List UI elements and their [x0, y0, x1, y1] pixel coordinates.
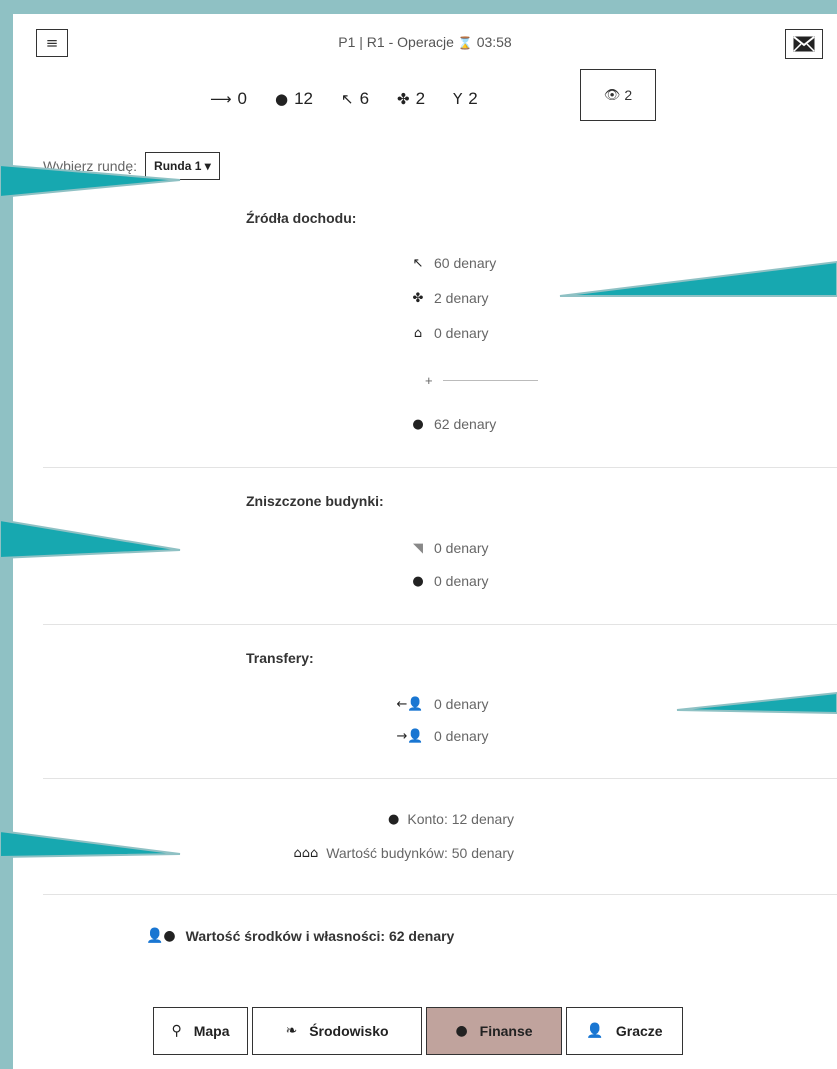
mail-button[interactable]: [785, 29, 823, 59]
visibility-button[interactable]: 👁 2: [580, 69, 656, 121]
stat-tool: Y 2: [453, 89, 478, 109]
top-bar: ≡ P1 | R1 - Operacje ⌛ 03:58: [13, 14, 837, 72]
map-pin-icon: ⚲: [171, 1023, 182, 1039]
round-label: Wybierz rundę:: [43, 158, 138, 174]
finance-page: ≡ P1 | R1 - Operacje ⌛ 03:58 ⟶ 0 ● 12 ↖ …: [13, 14, 837, 1069]
round-title: P1 | R1 - Operacje: [338, 34, 454, 50]
plant-icon: ✤: [412, 290, 424, 306]
stat-value: 2: [415, 89, 426, 108]
envelope-icon: [793, 36, 815, 52]
water-drop-icon: ●: [412, 573, 424, 589]
income-item: ✤ 2 denary: [409, 290, 489, 306]
destroyed-item: ● 0 denary: [409, 573, 488, 589]
destroyed-value: 0 denary: [434, 540, 489, 556]
stat-value: 12: [294, 89, 313, 108]
sum-divider: [442, 380, 538, 381]
incoming-transfer-icon: ←👤: [396, 696, 424, 712]
transfer-value: 0 denary: [434, 728, 489, 744]
nav-label: Finanse: [479, 1023, 533, 1039]
transfers-heading: Transfery:: [246, 650, 314, 666]
divider: [43, 624, 837, 625]
screen-frame: ≡ P1 | R1 - Operacje ⌛ 03:58 ⟶ 0 ● 12 ↖ …: [0, 0, 837, 1069]
destroyed-heading: Zniszczone budynki:: [246, 493, 384, 509]
stat-value: 6: [359, 89, 370, 108]
buildings-icon: ⌂⌂⌂: [293, 845, 319, 861]
round-dropdown[interactable]: Runda 1 ▾: [145, 152, 220, 180]
destroyed-item: ◥ 0 denary: [409, 540, 488, 556]
plus-sign: +: [425, 373, 433, 388]
nav-environment-button[interactable]: ❧ Środowisko: [252, 1007, 422, 1055]
page-title: P1 | R1 - Operacje ⌛ 03:58: [13, 34, 837, 50]
stat-value: 0: [237, 89, 247, 108]
income-value: 60 denary: [434, 255, 497, 271]
divider: [43, 778, 837, 779]
nav-label: Gracze: [615, 1023, 663, 1039]
nav-map-button[interactable]: ⚲ Mapa: [153, 1007, 248, 1055]
divider: [43, 894, 837, 895]
account-label: Konto: 12 denary: [407, 811, 514, 827]
nav-label: Mapa: [193, 1023, 230, 1039]
resource-stats: ⟶ 0 ● 12 ↖ 6 ✤ 2 Y 2: [210, 84, 506, 114]
transfer-value: 0 denary: [434, 696, 489, 712]
coin-icon: ●: [274, 90, 289, 108]
eye-icon: 👁: [603, 87, 621, 103]
nav-finance-button[interactable]: ● Finanse: [426, 1007, 562, 1055]
income-total: ● 62 denary: [409, 416, 496, 432]
stat-axe: ↖ 6: [341, 89, 369, 109]
stat-value: 2: [468, 89, 478, 108]
user-icon: 👤: [586, 1023, 604, 1039]
plant-icon: ✤: [397, 90, 410, 108]
outgoing-transfer-icon: →👤: [396, 728, 424, 744]
total-assets: 👤● Wartość środków i własności: 62 denar…: [146, 928, 454, 944]
stat-money: ● 12: [275, 89, 313, 109]
transfer-item: ←👤 0 denary: [393, 696, 488, 712]
coin-icon: ●: [412, 416, 424, 432]
axe-icon: ↖: [341, 90, 354, 108]
timer-value: 03:58: [476, 34, 512, 50]
bottom-nav: ⚲ Mapa ❧ Środowisko ● Finanse 👤 Gracze: [153, 1007, 687, 1055]
axe-icon: ↖: [412, 255, 424, 271]
nav-players-button[interactable]: 👤 Gracze: [566, 1007, 683, 1055]
destroyed-value: 0 denary: [434, 573, 489, 589]
transfer-item: →👤 0 denary: [393, 728, 488, 744]
account-balance: ● Konto: 12 denary: [243, 811, 514, 827]
sum-line: +: [425, 373, 538, 388]
buildings-label: Wartość budynków: 50 denary: [326, 845, 514, 861]
total-assets-label: Wartość środków i własności: 62 denary: [185, 928, 455, 944]
buildings-value: ⌂⌂⌂ Wartość budynków: 50 denary: [183, 845, 514, 861]
hourglass-icon: ⌛: [457, 36, 473, 50]
round-selector: Wybierz rundę: Runda 1 ▾: [43, 152, 220, 180]
income-total-value: 62 denary: [434, 416, 497, 432]
stat-plant: ✤ 2: [397, 89, 425, 109]
income-heading: Źródła dochodu:: [246, 210, 357, 226]
divider: [43, 467, 837, 468]
stat-arrows: ⟶ 0: [210, 89, 247, 109]
income-item: ⌂ 0 denary: [409, 325, 489, 341]
coin-icon: ●: [388, 811, 400, 827]
nav-label: Środowisko: [309, 1023, 389, 1039]
house-icon: ⌂: [413, 325, 423, 341]
leaf-icon: ❧: [285, 1023, 298, 1039]
arrow-right-icon: ⟶: [210, 90, 232, 108]
coin-icon: ●: [455, 1023, 468, 1039]
player-money-icon: 👤●: [146, 928, 176, 944]
slingshot-icon: Y: [453, 90, 463, 108]
income-item: ↖ 60 denary: [409, 255, 497, 271]
visibility-value: 2: [624, 87, 633, 103]
tornado-icon: ◥: [413, 540, 423, 556]
income-value: 2 denary: [434, 290, 489, 306]
income-value: 0 denary: [434, 325, 489, 341]
